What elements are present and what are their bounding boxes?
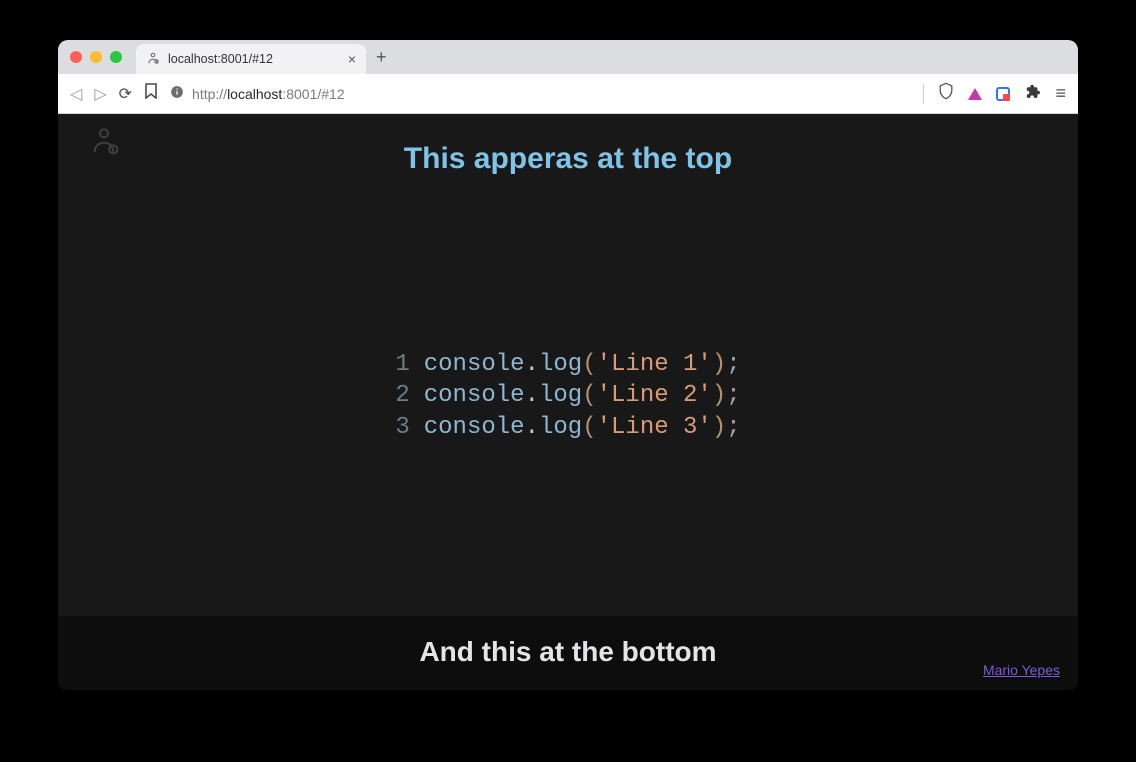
url-text: http://localhost:8001/#12 (192, 86, 345, 102)
tab-close-icon[interactable]: × (348, 51, 356, 67)
extension-icon[interactable] (996, 87, 1010, 101)
browser-toolbar: ◁ ▷ ⟳ http://localhost:8001/#12 ≡ (58, 74, 1078, 114)
code-line: 3console.log('Line 3'); (395, 412, 740, 443)
page-content: This apperas at the top 1console.log('Li… (58, 114, 1078, 690)
toolbar-separator (923, 84, 924, 104)
extensions-puzzle-icon[interactable] (1024, 83, 1041, 105)
tab-strip: localhost:8001/#12 × + (58, 40, 1078, 74)
site-info-icon[interactable] (170, 85, 184, 102)
code-lines: 1console.log('Line 1');2console.log('Lin… (395, 349, 740, 443)
tab-title: localhost:8001/#12 (168, 52, 273, 66)
menu-icon[interactable]: ≡ (1055, 83, 1066, 104)
zoom-window-button[interactable] (110, 51, 122, 63)
minimize-window-button[interactable] (90, 51, 102, 63)
reload-button[interactable]: ⟳ (119, 84, 132, 104)
bottom-heading: And this at the bottom (82, 636, 1054, 668)
top-heading: This apperas at the top (58, 142, 1078, 176)
close-window-button[interactable] (70, 51, 82, 63)
new-tab-button[interactable]: + (376, 47, 387, 68)
shield-icon[interactable] (938, 82, 954, 105)
author-link[interactable]: Mario Yepes (983, 662, 1060, 678)
address-bar[interactable]: http://localhost:8001/#12 (170, 85, 911, 102)
tab-favicon-icon (146, 51, 160, 68)
page-logo-icon (88, 124, 120, 161)
code-block: 1console.log('Line 1');2console.log('Lin… (58, 176, 1078, 616)
toolbar-right: ≡ (923, 82, 1066, 105)
back-button[interactable]: ◁ (70, 84, 82, 104)
bookmark-icon[interactable] (144, 83, 158, 104)
code-line: 2console.log('Line 2'); (395, 380, 740, 411)
code-line: 1console.log('Line 1'); (395, 349, 740, 380)
bottom-bar: And this at the bottom Mario Yepes (58, 616, 1078, 690)
forward-button[interactable]: ▷ (94, 84, 106, 104)
browser-tab[interactable]: localhost:8001/#12 × (136, 44, 366, 74)
browser-window: localhost:8001/#12 × + ◁ ▷ ⟳ http://loca… (58, 40, 1078, 690)
window-controls (70, 51, 122, 63)
brave-rewards-icon[interactable] (968, 88, 982, 100)
